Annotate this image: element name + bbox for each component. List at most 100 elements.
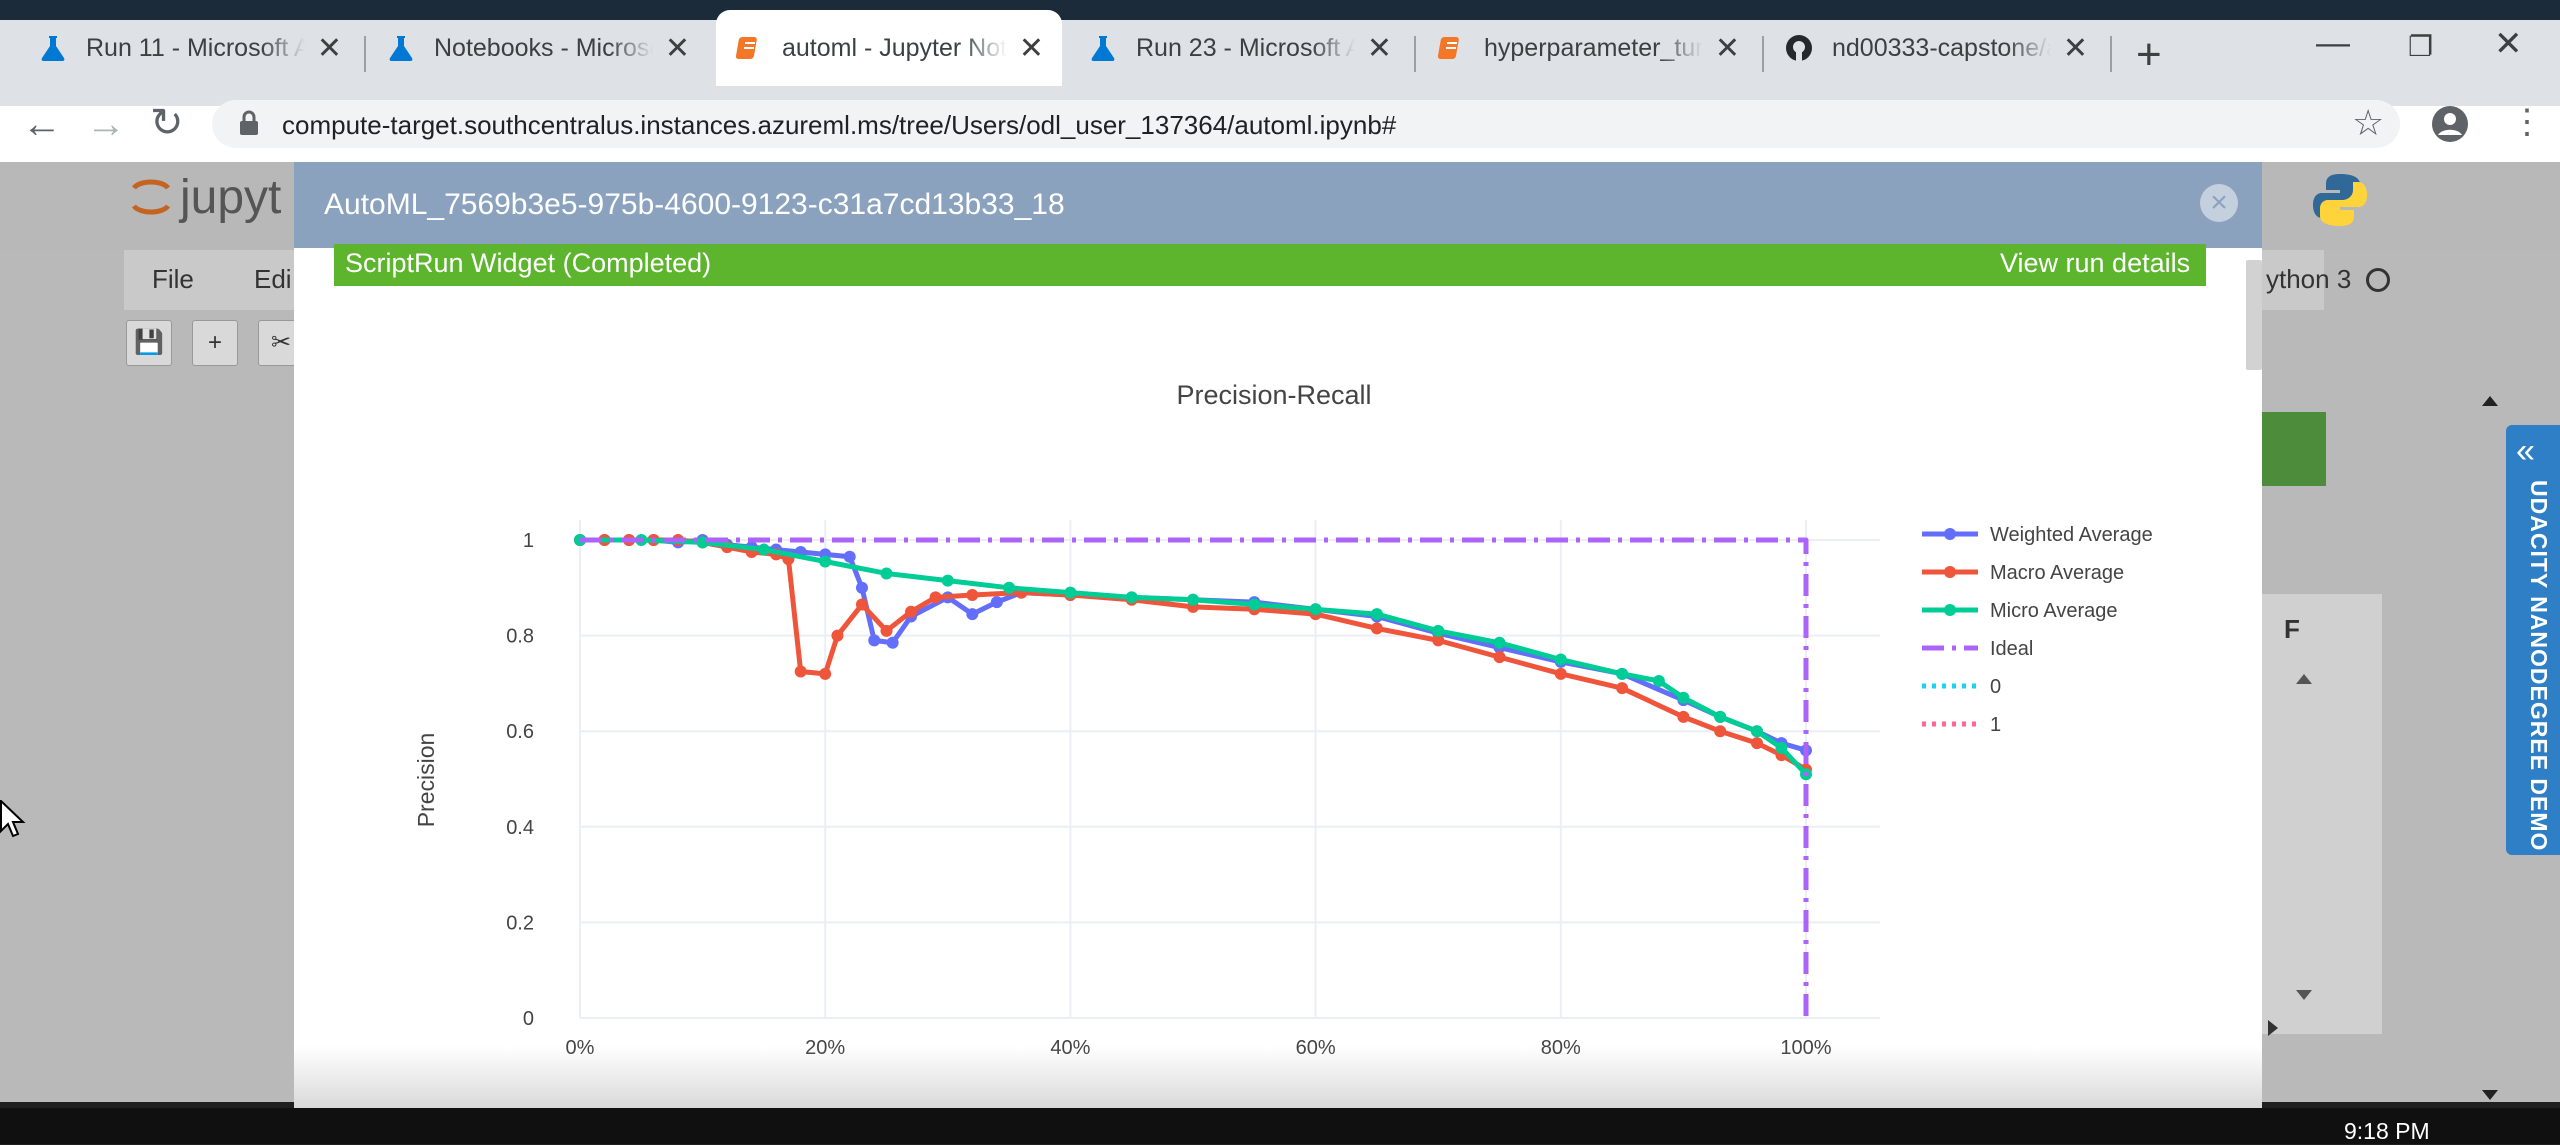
page-scroll-down-icon[interactable] <box>2482 1090 2498 1100</box>
tab-label: automl - Jupyter Notebook <box>782 33 1007 62</box>
chart-grid <box>579 520 1880 1019</box>
close-icon[interactable]: ✕ <box>317 31 342 66</box>
github-icon <box>1786 35 1812 61</box>
data-point <box>1554 653 1567 666</box>
data-point <box>855 581 868 594</box>
close-icon[interactable]: ✕ <box>2063 31 2088 66</box>
url-text[interactable]: compute-target.southcentralus.instances.… <box>282 110 1396 141</box>
legend-label: 0 <box>1990 676 2001 698</box>
green-cell-marker <box>2262 412 2326 486</box>
legend-label: 1 <box>1990 714 2001 736</box>
data-point <box>1677 710 1690 723</box>
data-point <box>1309 603 1322 616</box>
chart-legend: Weighted Average Macro Average Micro Avera… <box>1922 524 2153 736</box>
data-point <box>1714 710 1727 723</box>
tab-label: hyperparameter_tuning <box>1484 33 1703 62</box>
tab-separator <box>1762 36 1764 72</box>
tab-run-11[interactable]: Run 11 - Microsoft Azure Machine Learnin… <box>20 10 360 86</box>
data-point <box>1616 682 1629 695</box>
data-point <box>966 588 979 601</box>
data-point <box>1003 581 1016 594</box>
restore-icon[interactable]: ❐ <box>2408 30 2433 63</box>
page-scroll-up-icon[interactable] <box>2482 396 2498 406</box>
data-point <box>1493 651 1506 664</box>
data-point <box>868 634 881 647</box>
tab-hyperparameter-tuning[interactable]: hyperparameter_tuning ✕ <box>1418 10 1758 86</box>
notebook-icon <box>735 37 757 59</box>
data-point <box>886 636 899 649</box>
chart-title: Precision-Recall <box>1176 380 1371 410</box>
data-point <box>819 555 832 568</box>
profile-icon[interactable] <box>2430 104 2470 144</box>
close-icon[interactable]: ✕ <box>665 31 690 66</box>
close-icon[interactable]: ✕ <box>1019 31 1044 66</box>
data-point <box>1370 622 1383 635</box>
menu-edit[interactable]: Edi <box>254 264 292 295</box>
data-point <box>905 605 918 618</box>
modal-close-button[interactable]: × <box>2200 184 2238 222</box>
background-output-panel <box>2262 594 2382 1034</box>
legend-marker <box>1944 604 1956 616</box>
forward-arrow-icon[interactable]: → <box>86 102 126 147</box>
modal-title: AutoML_7569b3e5-975b-4600-9123-c31a7cd13… <box>324 188 1065 221</box>
y-tick-label: 0.4 <box>506 817 534 839</box>
chart-ticks: 0%20%40%60%80%100%00.20.40.60.81 <box>506 530 1832 1059</box>
data-point <box>1750 737 1763 750</box>
tab-run-23[interactable]: Run 23 - Microsoft Azure Machine Learnin… <box>1070 10 1410 86</box>
y-tick-label: 1 <box>523 530 534 552</box>
bookmark-star-icon[interactable]: ☆ <box>2352 102 2384 144</box>
y-axis-label: Precision <box>413 733 439 828</box>
close-icon[interactable]: ✕ <box>1715 31 1740 66</box>
scroll-up-icon[interactable] <box>2296 674 2312 684</box>
modal-scrollbar-thumb[interactable] <box>2246 260 2262 370</box>
jupyter-logo-text: jupyt <box>180 171 282 224</box>
reload-icon[interactable]: ↻ <box>150 100 184 146</box>
legend-label: Ideal <box>1990 638 2033 660</box>
flask-icon <box>41 36 65 61</box>
tab-automl-notebook[interactable]: automl - Jupyter Notebook ✕ <box>716 10 1062 86</box>
os-taskbar <box>0 1108 2560 1144</box>
y-tick-label: 0.6 <box>506 721 534 743</box>
data-point <box>929 591 942 604</box>
legend-marker <box>1944 566 1956 578</box>
data-point <box>843 550 856 563</box>
view-run-details-link[interactable]: View run details <box>2000 248 2190 279</box>
legend-label: Macro Average <box>1990 562 2124 584</box>
tab-notebooks[interactable]: Notebooks - Microsoft Azure Machine Lear… <box>368 10 708 86</box>
data-point <box>1187 593 1199 606</box>
udacity-side-label: UDACITY NANODEGREE DEMO <box>2526 480 2552 852</box>
minimize-icon[interactable]: — <box>2316 24 2350 63</box>
python-logo-icon <box>2313 174 2367 226</box>
scroll-down-icon[interactable] <box>2296 990 2312 1000</box>
add-cell-icon[interactable]: + <box>192 320 238 366</box>
legend-marker <box>1944 528 1956 540</box>
lock-icon <box>240 110 258 135</box>
menu-file[interactable]: File <box>152 264 194 295</box>
save-icon[interactable]: 💾 <box>126 320 172 366</box>
column-letter: F <box>2284 614 2300 644</box>
data-point <box>1750 725 1763 738</box>
legend-label: Weighted Average <box>1990 524 2153 546</box>
jupyter-logo-icon <box>131 179 171 215</box>
data-point <box>880 567 893 580</box>
close-icon[interactable]: ✕ <box>1367 31 1392 66</box>
taskbar-clock: 9:18 PM <box>2344 1118 2430 1144</box>
tab-label: Run 23 - Microsoft Azure Machine Learnin… <box>1136 33 1355 62</box>
data-point <box>1493 636 1506 649</box>
kernel-status-icon <box>2366 268 2390 292</box>
widget-title: ScriptRun Widget (Completed) <box>345 248 712 278</box>
data-point <box>831 629 844 642</box>
mouse-cursor-icon <box>0 800 26 838</box>
modal-bottom-fade <box>294 1046 2262 1114</box>
tab-github-capstone[interactable]: nd00333-capstone/automl ✕ <box>1766 10 2106 86</box>
kernel-indicator: ython 3 <box>2266 264 2352 294</box>
data-point <box>880 624 893 637</box>
menu-dots-icon[interactable]: ⋮ <box>2510 102 2544 142</box>
new-tab-button[interactable]: + <box>2136 30 2162 80</box>
window-close-icon[interactable]: ✕ <box>2494 24 2523 64</box>
back-arrow-icon[interactable]: ← <box>22 102 62 147</box>
tab-label: nd00333-capstone/automl <box>1832 33 2051 62</box>
data-point <box>1370 608 1383 621</box>
chevron-left-icon[interactable]: « <box>2516 432 2535 471</box>
scroll-right-icon[interactable] <box>2268 1020 2278 1036</box>
